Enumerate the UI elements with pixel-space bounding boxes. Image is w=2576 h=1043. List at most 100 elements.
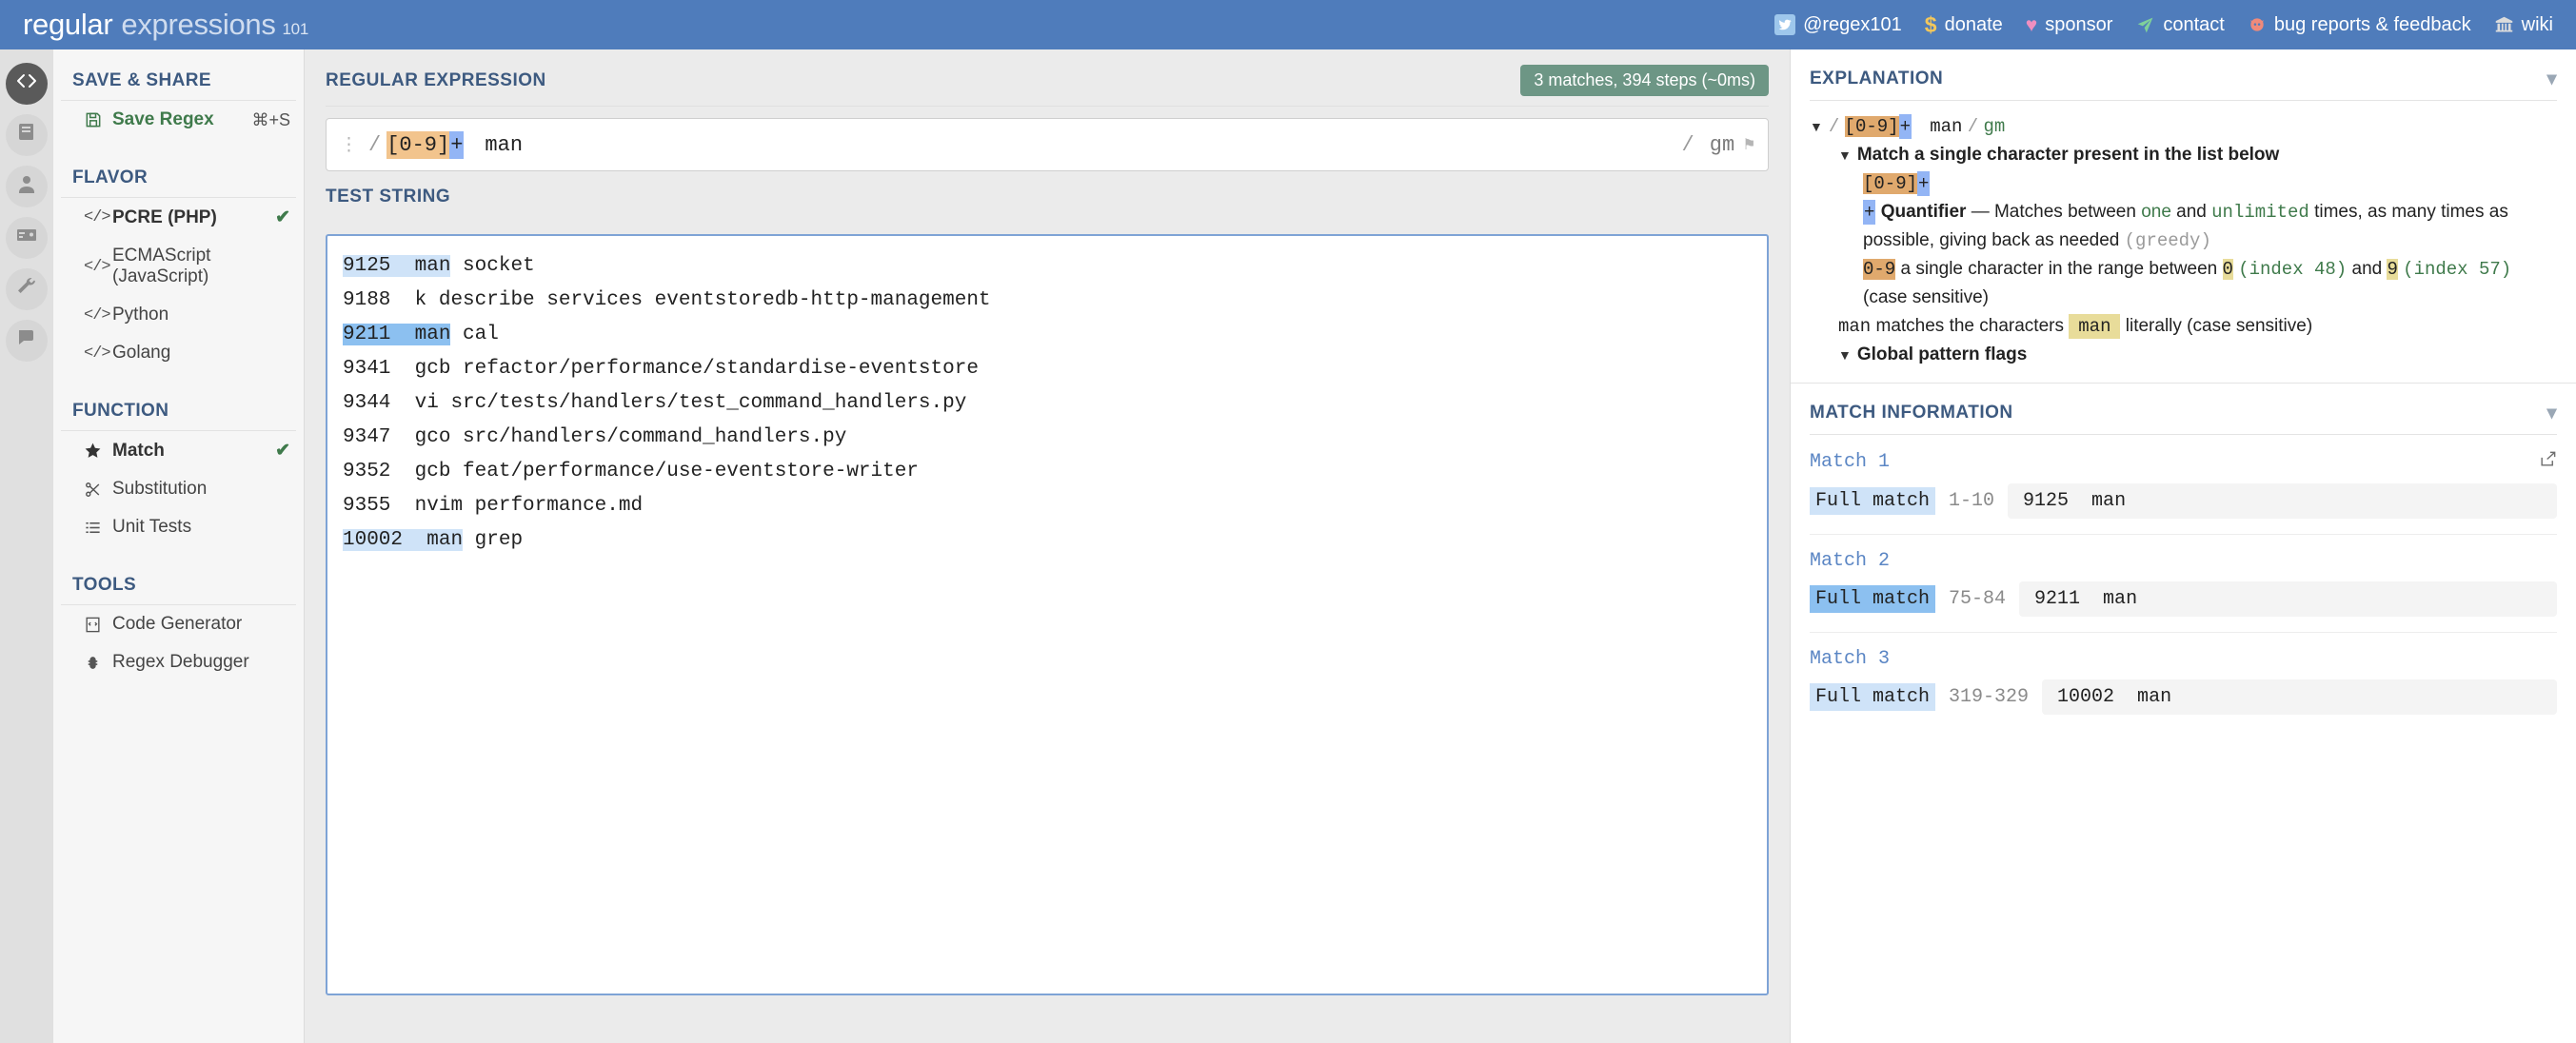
code-icon: </>	[84, 305, 111, 325]
explanation-body: ▼ / [0-9]+ man / gm ▼ Match a single chara…	[1810, 101, 2557, 369]
right-panel: EXPLANATION ▾ ▼ / [0-9]+ man / gm ▼ Match …	[1790, 49, 2576, 1043]
rail-code-icon-button[interactable]	[6, 63, 48, 105]
match-range: 1-10	[1949, 490, 1995, 512]
bank-icon	[2494, 15, 2514, 35]
quantifier-one: one	[2141, 202, 2171, 222]
nav-bug-reports[interactable]: bug reports & feedback	[2248, 14, 2471, 36]
nav-sponsor[interactable]: ♥ sponsor	[2026, 14, 2113, 36]
expand-triangle-icon[interactable]: ▼	[1838, 347, 1852, 363]
explanation-class-token: [0-9]	[1844, 116, 1899, 137]
literal-token-2: man	[2069, 314, 2121, 339]
nav-donate[interactable]: $ donate	[1925, 13, 2003, 36]
expand-triangle-icon[interactable]: ▼	[1838, 148, 1852, 163]
explanation-slash-2: /	[1967, 116, 1979, 137]
quantifier-unlimited: unlimited	[2211, 202, 2309, 223]
logo-part-1: regular	[23, 8, 113, 41]
quantifier-dash: —	[1971, 202, 1990, 222]
match-range: 75-84	[1949, 588, 2007, 610]
left-panel: SAVE & SHARE Save Regex ⌘+S FLAVOR </> P…	[53, 49, 305, 1043]
check-icon: ✔	[275, 207, 290, 227]
rail-library-button[interactable]	[6, 114, 48, 156]
match-title: Match 3	[1810, 648, 2557, 670]
flavor-item-python[interactable]: </> Python	[53, 296, 304, 334]
rail-account-button[interactable]	[6, 166, 48, 207]
chat-comments-icon	[15, 326, 38, 355]
function-item-unit-tests[interactable]: Unit Tests	[53, 508, 304, 546]
site-logo[interactable]: regular expressions 101	[23, 8, 308, 42]
explanation-global-flags-row[interactable]: ▼ Global pattern flags	[1810, 341, 2557, 369]
explanation-node-title: Match a single character present in the …	[1856, 145, 2280, 165]
nav-wiki[interactable]: wiki	[2494, 14, 2553, 36]
test-line: 9344 vi src/tests/handlers/test_command_…	[343, 392, 967, 414]
function-label-substitution: Substitution	[112, 479, 208, 499]
regex-quantifier: +	[449, 130, 465, 159]
share-icon[interactable]	[2539, 450, 2557, 474]
explanation-node-token: [0-9]	[1863, 173, 1918, 194]
icon-rail	[0, 49, 53, 1043]
regular-expression-title: REGULAR EXPRESSION	[326, 69, 546, 90]
match-entry: Match 3 Full match 319-329 10002 man	[1810, 633, 2557, 715]
sponsor-card-icon	[15, 224, 38, 252]
literal-text-a: matches the characters	[1875, 316, 2064, 336]
flavor-item-ecmascript[interactable]: </> ECMAScript (JavaScript)	[53, 237, 304, 296]
star-icon	[84, 442, 112, 460]
explanation-flags: gm	[1983, 116, 2006, 137]
function-item-match[interactable]: Match ✔	[53, 431, 304, 470]
test-string-title: TEST STRING	[326, 187, 451, 207]
chevron-down-icon[interactable]: ▾	[2546, 67, 2557, 90]
settings-wrench-icon	[15, 275, 38, 304]
paper-plane-icon	[2135, 15, 2155, 35]
nav-twitter[interactable]: @regex101	[1774, 14, 1902, 36]
explanation-node-token-quant: +	[1917, 171, 1931, 196]
expand-triangle-icon[interactable]: ▼	[1810, 119, 1823, 134]
explanation-section: EXPLANATION ▾ ▼ / [0-9]+ man / gm ▼ Match …	[1791, 49, 2576, 369]
flag-icon[interactable]: ⚑	[1744, 134, 1754, 155]
quantifier-text-a: Matches between	[1993, 202, 2136, 222]
tools-item-code-generator[interactable]: Code Generator	[53, 605, 304, 643]
match-body: Full match 1-10 9125 man	[1810, 483, 2557, 519]
explanation-node-title-row[interactable]: ▼ Match a single character present in the…	[1810, 141, 2557, 169]
explanation-literal-row: man matches the characters man literally…	[1810, 312, 2557, 341]
match-tag: Full match	[1810, 585, 1936, 613]
flavor-heading: FLAVOR	[61, 167, 296, 198]
regex-open-delimiter: /	[368, 132, 382, 157]
save-regex-button[interactable]: Save Regex ⌘+S	[53, 101, 304, 139]
flavor-label-ecmascript: ECMAScript (JavaScript)	[112, 246, 211, 286]
range-high: 9	[2387, 259, 2398, 280]
range-high-index: (index 57)	[2403, 259, 2512, 280]
regex-input[interactable]: ⋮ / [0-9] + man / gm ⚑	[326, 118, 1769, 171]
check-icon: ✔	[275, 441, 290, 461]
nav-contact-label: contact	[2163, 13, 2225, 35]
heart-icon: ♥	[2025, 13, 2038, 36]
test-string-editor[interactable]: 9125 man socket 9188 k describe services…	[326, 234, 1769, 995]
match-entry: Match 2 Full match 75-84 9211 man	[1810, 535, 2557, 617]
function-item-substitution[interactable]: Substitution	[53, 470, 304, 508]
match-information-title: MATCH INFORMATION	[1810, 402, 2013, 423]
top-navigation: @regex101 $ donate ♥ sponsor contact bug…	[1774, 13, 2553, 36]
explanation-node-token-row: [0-9]+	[1810, 169, 2557, 198]
regex-flags-area[interactable]: / gm ⚑	[1676, 133, 1754, 157]
flavor-item-golang[interactable]: </> Golang	[53, 334, 304, 372]
rail-sponsor-card-button[interactable]	[6, 217, 48, 259]
rail-chat-button[interactable]	[6, 320, 48, 362]
tools-heading: TOOLS	[61, 575, 296, 605]
drag-handle-icon[interactable]: ⋮	[340, 134, 358, 156]
scissors-icon	[84, 481, 112, 499]
flavor-item-pcre[interactable]: </> PCRE (PHP) ✔	[53, 198, 304, 237]
tools-item-regex-debugger[interactable]: Regex Debugger	[53, 643, 304, 681]
nav-twitter-label: @regex101	[1803, 13, 1902, 35]
rail-settings-button[interactable]	[6, 268, 48, 310]
explanation-literal-token: man	[1930, 116, 1963, 137]
logo-part-3: 101	[282, 20, 309, 38]
chevron-down-icon[interactable]: ▾	[2546, 401, 2557, 424]
nav-contact[interactable]: contact	[2135, 13, 2225, 36]
test-line: 9355 nvim performance.md	[343, 495, 644, 517]
explanation-header: EXPLANATION ▾	[1810, 67, 2557, 101]
literal-text-b: literally (case sensitive)	[2125, 316, 2313, 336]
explanation-pattern-row[interactable]: ▼ / [0-9]+ man / gm	[1810, 112, 2557, 141]
regex101-app: regular expressions 101 @regex101 $ dona…	[0, 0, 2576, 1043]
save-share-heading: SAVE & SHARE	[61, 70, 296, 101]
library-book-icon	[15, 121, 38, 149]
regex-divider	[326, 106, 1769, 107]
list-icon	[84, 519, 112, 537]
